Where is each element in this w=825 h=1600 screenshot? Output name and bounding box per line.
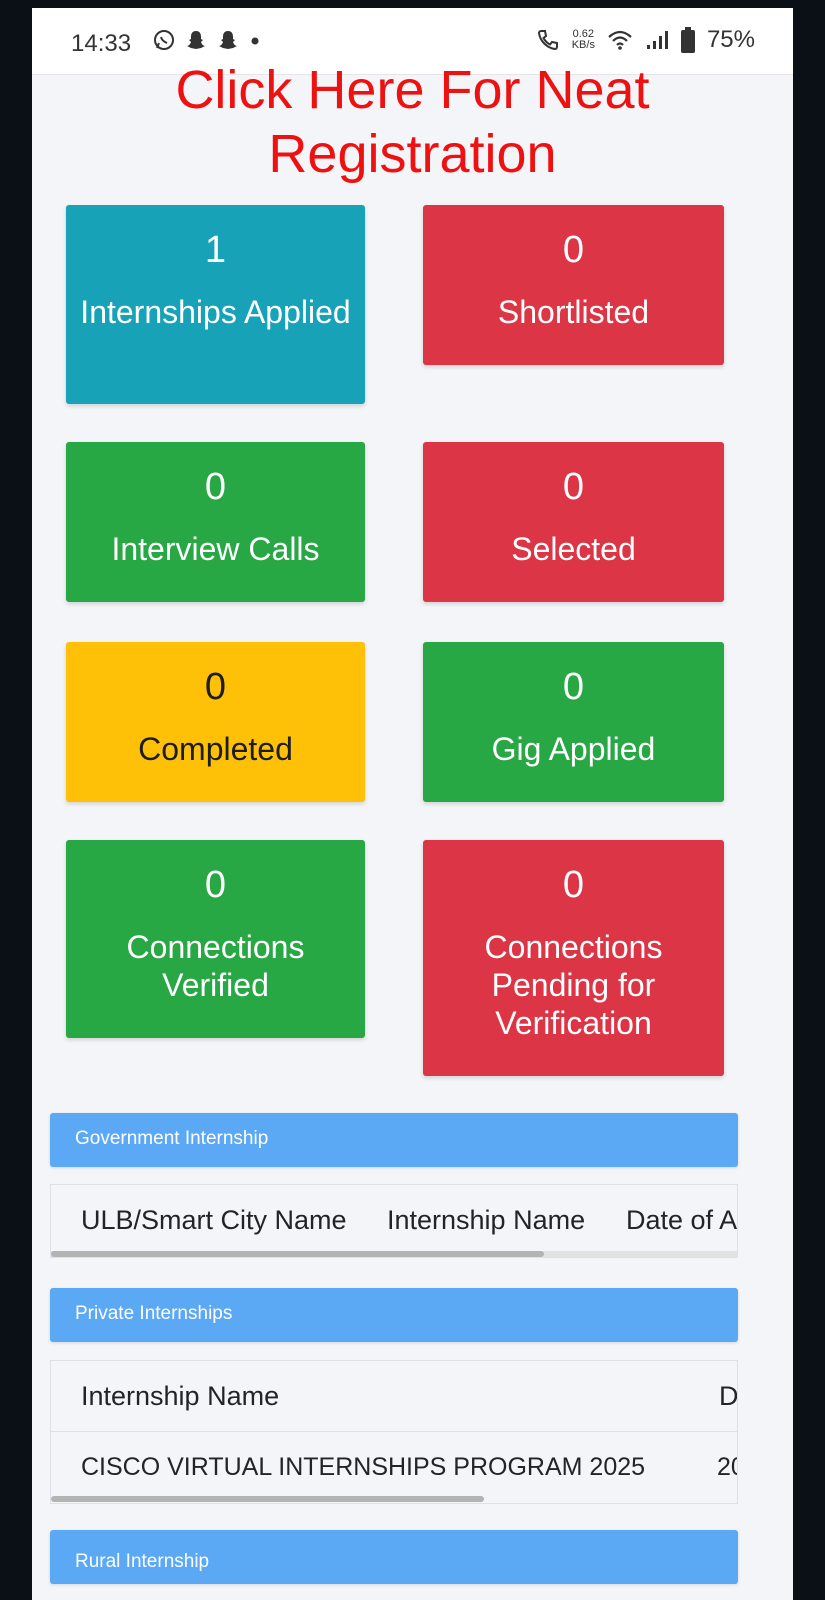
row-divider — [51, 1431, 737, 1432]
stat-label: Interview Calls — [111, 531, 320, 567]
system-icons: 0.62 KB/s 75% — [536, 26, 755, 54]
stat-label: Gig Applied — [491, 731, 656, 767]
snapchat-icon — [219, 31, 237, 49]
column-header-date: D — [719, 1381, 738, 1411]
phone-screen: 14:33 0.62 KB/s 75% Click Here For Neat … — [32, 8, 793, 1600]
notification-icons — [152, 28, 262, 52]
stat-card-connections-verified[interactable]: 0 Connections Verified — [66, 840, 365, 1038]
more-notifications-dot-icon — [251, 37, 259, 45]
stat-count: 1 — [204, 229, 227, 271]
horizontal-scrollbar[interactable] — [51, 1251, 544, 1257]
speed-unit: KB/s — [571, 39, 595, 51]
section-title: Rural Internship — [75, 1551, 210, 1572]
stat-label: Connections Verified — [126, 929, 305, 1003]
private-internships-header[interactable]: Private Internships — [50, 1288, 738, 1342]
section-title: Government Internship — [75, 1128, 269, 1149]
battery-icon — [680, 27, 695, 53]
snapchat-icon — [187, 31, 205, 49]
government-internship-header[interactable]: Government Internship — [50, 1113, 738, 1167]
neat-registration-link[interactable]: Click Here For Neat Registration — [32, 58, 793, 186]
stat-card-completed[interactable]: 0 Completed — [66, 642, 365, 802]
whatsapp-icon — [154, 30, 174, 50]
stat-count: 0 — [204, 666, 227, 708]
headline-line-2: Registration — [268, 124, 557, 184]
horizontal-scrollbar[interactable] — [51, 1496, 484, 1502]
column-header-ulb: ULB/Smart City Name — [81, 1205, 347, 1235]
private-internships-table[interactable]: Internship Name D CISCO VIRTUAL INTERNSH… — [50, 1360, 738, 1504]
rural-internship-header[interactable]: Rural Internship — [50, 1530, 738, 1584]
stat-label: Completed — [138, 731, 293, 767]
stat-card-interview-calls[interactable]: 0 Interview Calls — [66, 442, 365, 602]
stat-card-shortlisted[interactable]: 0 Shortlisted — [423, 205, 724, 365]
government-internship-table[interactable]: ULB/Smart City Name Internship Name Date… — [50, 1184, 738, 1258]
cell-date: 20 — [717, 1453, 737, 1481]
wifi-icon — [608, 30, 632, 50]
stat-count: 0 — [204, 466, 227, 508]
stat-count: 0 — [562, 864, 585, 906]
column-header-date: Date of A — [626, 1205, 738, 1235]
headline-line-1: Click Here For Neat — [175, 60, 650, 120]
stat-label: Selected — [511, 531, 636, 567]
stat-count: 0 — [204, 864, 227, 906]
stat-count: 0 — [562, 229, 585, 271]
stat-count: 0 — [562, 666, 585, 708]
stat-count: 0 — [562, 466, 585, 508]
stat-label: Shortlisted — [497, 294, 650, 330]
column-header-internship-name: Internship Name — [387, 1205, 586, 1235]
battery-percent: 75% — [706, 26, 755, 53]
stat-label: Connections Pending for Verification — [484, 929, 663, 1041]
status-time: 14:33 — [71, 30, 132, 57]
stat-card-internships-applied[interactable]: 1 Internships Applied — [66, 205, 365, 404]
signal-icon — [646, 31, 668, 49]
network-speed: 0.62 KB/s — [572, 29, 595, 51]
stat-label: Internships Applied — [80, 294, 351, 330]
stat-card-connections-pending[interactable]: 0 Connections Pending for Verification — [423, 840, 724, 1076]
stat-card-gig-applied[interactable]: 0 Gig Applied — [423, 642, 724, 802]
call-icon — [537, 30, 558, 51]
stat-card-selected[interactable]: 0 Selected — [423, 442, 724, 602]
cell-internship-name: CISCO VIRTUAL INTERNSHIPS PROGRAM 2025 — [81, 1453, 646, 1481]
section-title: Private Internships — [75, 1303, 233, 1324]
column-header-internship-name: Internship Name — [81, 1381, 280, 1411]
